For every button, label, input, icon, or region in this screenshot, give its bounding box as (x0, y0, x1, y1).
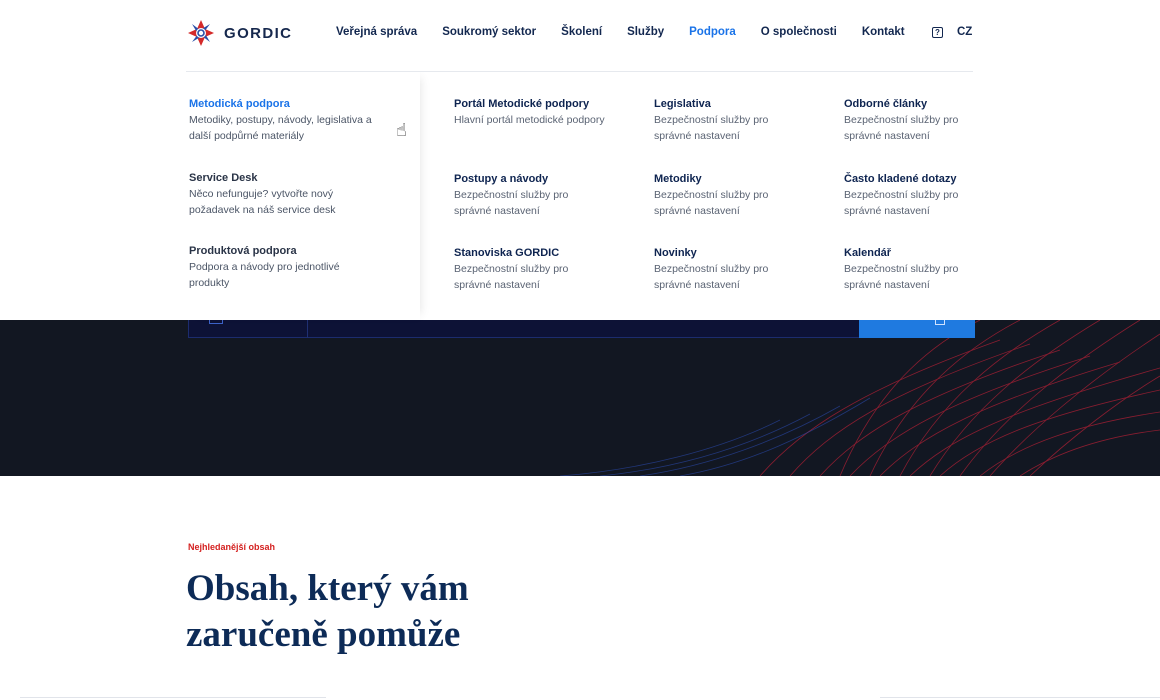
link-postupy-a-navody[interactable]: Postupy a návody Bezpečnostní služby pro… (454, 173, 634, 219)
link-desc: Bezpečnostní služby pro správné nastaven… (844, 263, 959, 291)
menu-item-desc: Metodiky, postupy, návody, legislativa a… (189, 114, 372, 142)
menu-item-desc: Podpora a návody pro jednotlivé produkty (189, 261, 340, 289)
link-odborne-clanky[interactable]: Odborné články Bezpečnostní služby pro s… (844, 98, 1024, 144)
link-title: Metodiky (654, 173, 702, 185)
logo-text: GORDIC (224, 24, 293, 42)
link-title: Odborné články (844, 98, 928, 110)
link-portal-metodicke-podpory[interactable]: Portál Metodické podpory Hlavní portál m… (454, 98, 634, 128)
main-nav: Veřejná správa Soukromý sektor Školení S… (336, 26, 930, 38)
link-desc: Bezpečnostní služby pro správné nastaven… (844, 114, 959, 142)
hand-cursor-icon: ☝ (396, 120, 407, 140)
link-kalendar[interactable]: Kalendář Bezpečnostní služby pro správné… (844, 247, 1024, 293)
nav-verejna-sprava[interactable]: Veřejná správa (336, 26, 417, 38)
logo[interactable]: GORDIC (186, 18, 292, 48)
link-legislativa[interactable]: Legislativa Bezpečnostní služby pro sprá… (654, 98, 834, 144)
header-bar: GORDIC Veřejná správa Soukromý sektor Šk… (186, 0, 973, 72)
nav-skoleni[interactable]: Školení (561, 26, 602, 38)
menu-item-service-desk[interactable]: Service Desk Něco nefunguje? vytvořte no… (189, 172, 419, 218)
hero-section (0, 320, 1160, 476)
link-desc: Bezpečnostní služby pro správné nastaven… (454, 189, 569, 217)
language-switch[interactable]: CZ (957, 26, 972, 38)
search-category-icon (209, 320, 223, 324)
support-mega-menu: Metodická podpora Metodiky, postupy, náv… (0, 72, 1160, 320)
link-title: Legislativa (654, 98, 711, 110)
link-desc: Bezpečnostní služby pro správné nastaven… (654, 263, 769, 291)
link-casto-kladene-dotazy[interactable]: Často kladené dotazy Bezpečnostní služby… (844, 173, 1024, 219)
nav-o-spolecnosti[interactable]: O společnosti (761, 26, 837, 38)
nav-soukromy-sektor[interactable]: Soukromý sektor (442, 26, 536, 38)
menu-item-title: Service Desk (189, 172, 258, 184)
link-title: Stanoviska GORDIC (454, 247, 560, 259)
link-title: Často kladené dotazy (844, 173, 957, 185)
link-novinky[interactable]: Novinky Bezpečnostní služby pro správné … (654, 247, 834, 293)
gordic-logo-icon (188, 20, 214, 46)
link-title: Portál Metodické podpory (454, 98, 590, 110)
link-desc: Bezpečnostní služby pro správné nastaven… (654, 114, 769, 142)
menu-item-title: Metodická podpora (189, 98, 290, 110)
wave-mesh-background (559, 320, 1160, 476)
link-desc: Bezpečnostní služby pro správné nastaven… (844, 189, 959, 217)
mega-menu-left-column: Metodická podpora Metodiky, postupy, náv… (186, 72, 420, 320)
link-desc: Bezpečnostní služby pro správné nastaven… (454, 263, 569, 291)
nav-kontakt[interactable]: Kontakt (862, 26, 905, 38)
link-desc: Hlavní portál metodické podpory (454, 114, 605, 126)
menu-item-produktova-podpora[interactable]: Produktová podpora Podpora a návody pro … (189, 245, 419, 291)
link-title: Postupy a návody (454, 173, 549, 185)
site-header: GORDIC Veřejná správa Soukromý sektor Šk… (0, 0, 1160, 72)
section-eyebrow: Nejhledanější obsah (188, 542, 276, 552)
link-title: Novinky (654, 247, 697, 259)
search-icon (935, 320, 945, 325)
section-headline: Obsah, který vám zaručeně pomůže (186, 568, 469, 655)
link-desc: Bezpečnostní služby pro správné nastaven… (654, 189, 769, 217)
menu-item-metodicka-podpora[interactable]: Metodická podpora Metodiky, postupy, náv… (189, 98, 419, 144)
search-bar[interactable] (188, 320, 975, 338)
menu-item-title: Produktová podpora (189, 245, 297, 257)
nav-podpora[interactable]: Podpora (689, 26, 736, 38)
menu-item-desc: Něco nefunguje? vytvořte nový požadavek … (189, 188, 336, 216)
search-button[interactable] (859, 320, 975, 338)
search-divider (307, 320, 308, 338)
link-title: Kalendář (844, 247, 892, 259)
help-icon[interactable]: ? (932, 27, 943, 38)
link-metodiky[interactable]: Metodiky Bezpečnostní služby pro správné… (654, 173, 834, 219)
nav-sluzby[interactable]: Služby (627, 26, 664, 38)
link-stanoviska-gordic[interactable]: Stanoviska GORDIC Bezpečnostní služby pr… (454, 247, 634, 293)
